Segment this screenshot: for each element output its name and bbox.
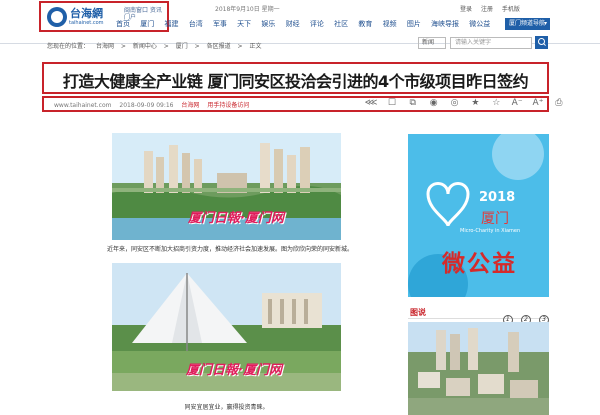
ad-year: 2018 <box>479 190 516 205</box>
nav-item-taiwan[interactable]: 台湾 <box>189 20 203 28</box>
font-large-icon[interactable]: A⁺ <box>529 98 547 108</box>
nav-item-world[interactable]: 天下 <box>237 20 251 28</box>
comment-icon[interactable]: ☐ <box>383 98 401 108</box>
channel-nav-select[interactable]: 厦门频道导航 <box>505 18 550 30</box>
nav-item-finance[interactable]: 财经 <box>286 20 300 28</box>
breadcrumb-prefix: 您现在的位置： <box>47 43 90 50</box>
article-meta: www.taihainet.com 2018-09-09 09:16 台海网 用… <box>54 100 255 109</box>
image-caption: 同安宜居宜业，赢得投资青睐。 <box>184 404 269 411</box>
breadcrumb-item-districts[interactable]: 各区报道 <box>207 43 231 50</box>
photo-news-header: 图说 1 2 3 <box>408 305 549 325</box>
article-image-city: 厦门日報·厦门网 <box>112 133 341 240</box>
nav-item-home[interactable]: 首页 <box>116 20 130 28</box>
user-links: 登录 注册 手机版 <box>460 4 527 13</box>
photo-news-title: 图说 <box>410 308 426 317</box>
search-input[interactable]: 请输入关键字 <box>450 37 532 49</box>
ad-city: 厦门 <box>481 211 509 227</box>
search-icon[interactable] <box>535 36 548 49</box>
charity-ad-banner[interactable]: 2018 厦门 Micro-Charity in Xiamen 微公益 <box>408 134 549 297</box>
nav-item-strait-herald[interactable]: 海峡导报 <box>431 20 459 28</box>
nav-item-video[interactable]: 视频 <box>383 20 397 28</box>
nav-item-military[interactable]: 军事 <box>213 20 227 28</box>
page-title: 打造大健康全产业链 厦门同安区投洽会引进的4个市级项目昨日签约 <box>62 72 529 91</box>
nav-item-community[interactable]: 社区 <box>334 20 348 28</box>
nav-item-fujian[interactable]: 福建 <box>164 20 178 28</box>
share-icon[interactable]: ⋘ <box>362 98 380 108</box>
logo-mark-icon <box>47 7 67 27</box>
headline-highlight: 打造大健康全产业链 厦门同安区投洽会引进的4个市级项目昨日签约 <box>42 62 549 94</box>
register-link[interactable]: 注册 <box>481 6 493 13</box>
publish-time: 2018-09-09 09:16 <box>119 102 174 109</box>
copy-icon[interactable]: ⧉ <box>404 98 422 108</box>
image-watermark: 厦门日報·厦门网 <box>188 211 284 226</box>
print-icon[interactable]: ⎙ <box>550 98 568 108</box>
image-watermark: 厦门日報·厦门网 <box>186 363 282 378</box>
site-domain: www.taihainet.com <box>54 102 112 109</box>
breadcrumb-separator: > <box>163 43 169 50</box>
mobile-link[interactable]: 手机版 <box>502 6 520 13</box>
article-toolbar: ⋘ ☐ ⧉ ◉ ◎ ★ ☆ A⁻ A⁺ ⎙ <box>362 98 568 110</box>
breadcrumb-item-current: 正文 <box>249 43 262 50</box>
login-link[interactable]: 登录 <box>460 6 472 13</box>
current-date: 2018年9月10日 星期一 <box>215 6 280 13</box>
article-source[interactable]: 台海网 <box>181 102 199 109</box>
nav-item-education[interactable]: 教育 <box>358 20 372 28</box>
mobile-access-link[interactable]: 用手持设备访问 <box>207 102 249 109</box>
weibo-icon[interactable]: ◉ <box>425 98 443 108</box>
nav-item-opinion[interactable]: 评论 <box>310 20 324 28</box>
qzone-icon[interactable]: ★ <box>466 98 484 108</box>
breadcrumb: 您现在的位置： 台海网 > 新闻中心 > 厦门 > 各区报道 > 正文 <box>47 41 267 50</box>
nav-item-charity[interactable]: 微公益 <box>469 20 490 28</box>
logo-domain: taihainet.com <box>69 20 104 26</box>
font-small-icon[interactable]: A⁻ <box>508 98 526 108</box>
nav-item-xiamen[interactable]: 厦门 <box>140 20 154 28</box>
main-nav: 首页 厦门 福建 台湾 军事 天下 娱乐 财经 评论 社区 教育 视频 图片 海… <box>116 19 498 29</box>
article-image-park: 厦门日報·厦门网 <box>112 263 341 391</box>
breadcrumb-separator: > <box>194 43 200 50</box>
image-caption: 近年来，同安区不断加大招商引资力度，推动经济社会加速发展。图为欣欣向荣的同安新城… <box>106 246 353 253</box>
logo-text: 台海網 <box>70 7 103 20</box>
favorite-icon[interactable]: ☆ <box>487 98 505 108</box>
photo-news-image[interactable] <box>408 322 549 415</box>
ad-main-title: 微公益 <box>442 251 517 277</box>
search-scope-select[interactable]: 新闻 <box>418 37 446 49</box>
breadcrumb-item-news[interactable]: 新闻中心 <box>133 43 157 50</box>
ad-english-title: Micro-Charity in Xiamen <box>460 228 521 234</box>
breadcrumb-separator: > <box>237 43 243 50</box>
nav-item-entertainment[interactable]: 娱乐 <box>261 20 275 28</box>
nav-item-photos[interactable]: 图片 <box>407 20 421 28</box>
article-meta-bar: www.taihainet.com 2018-09-09 09:16 台海网 用… <box>42 96 562 112</box>
wechat-icon[interactable]: ◎ <box>446 98 464 108</box>
breadcrumb-item-xiamen[interactable]: 厦门 <box>176 43 188 50</box>
breadcrumb-separator: > <box>120 43 126 50</box>
town-photo <box>408 322 549 415</box>
breadcrumb-item-home[interactable]: 台海网 <box>96 43 114 50</box>
